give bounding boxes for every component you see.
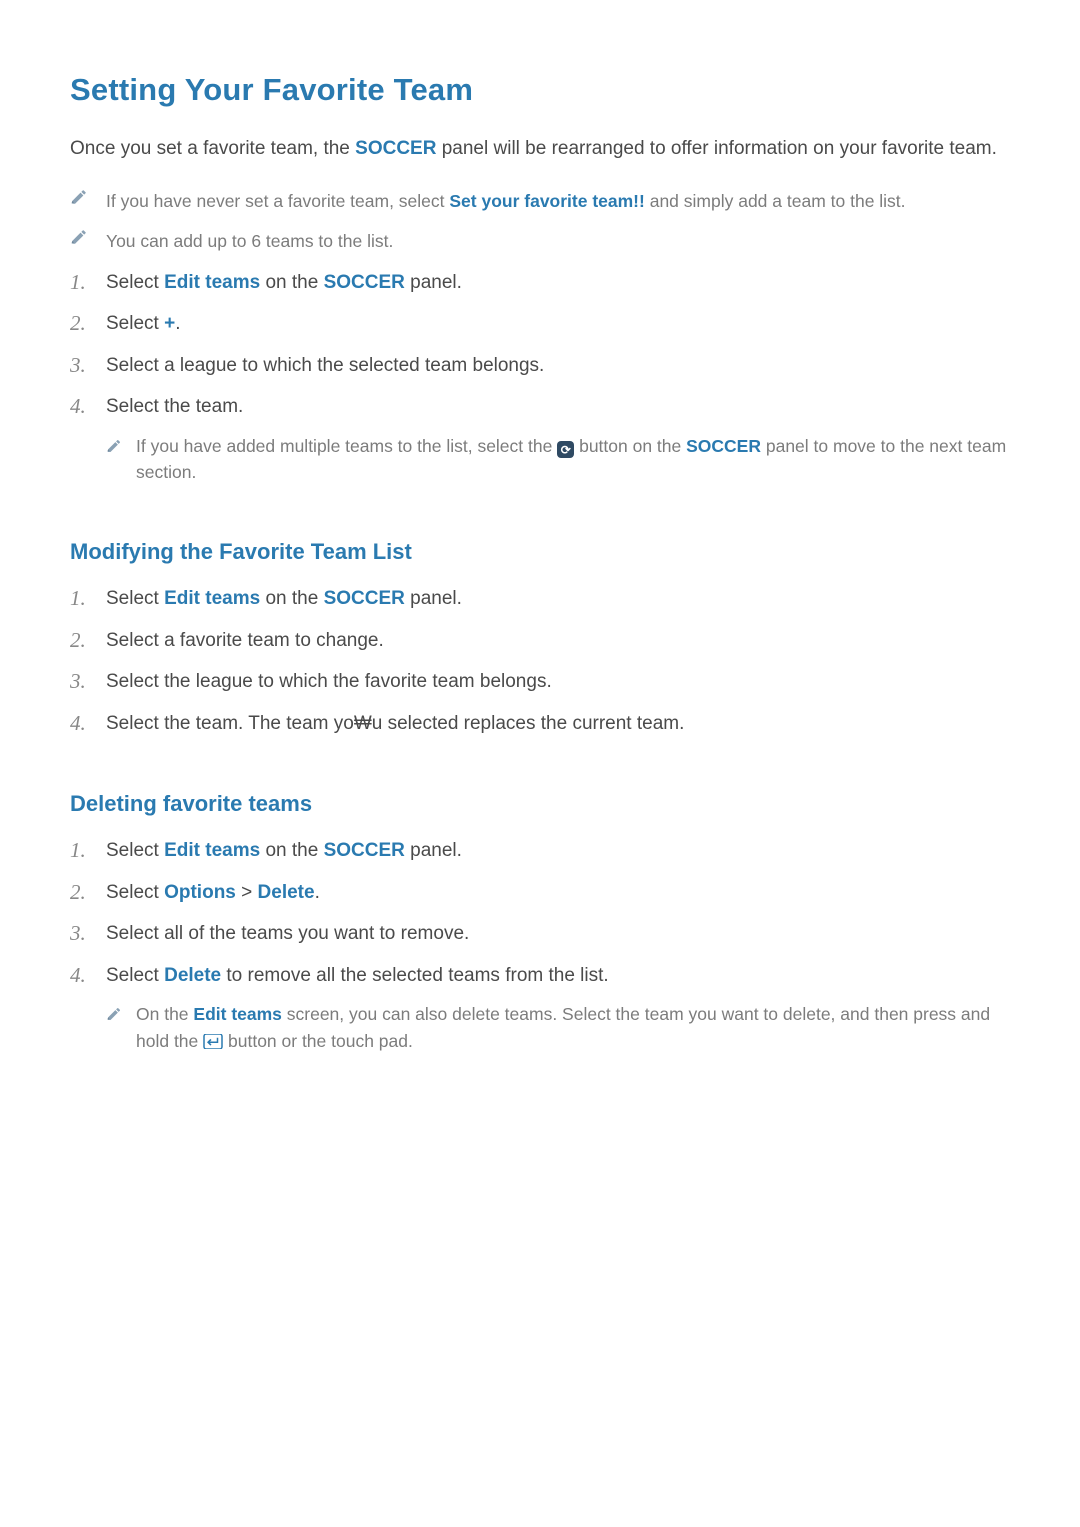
pencil-icon [106, 438, 122, 454]
step-text: to remove all the selected teams from th… [221, 965, 609, 986]
note-item: You can add up to 6 teams to the list. [70, 222, 1010, 262]
step-bold: + [164, 313, 175, 334]
step-text: Select the team. [106, 396, 243, 417]
step-item: Select the league to which the favorite … [70, 661, 1010, 703]
intro-soccer: SOCCER [355, 138, 436, 159]
step-item: Select Options > Delete. [70, 872, 1010, 914]
step-text: Select [106, 965, 164, 986]
step-sep: > [236, 882, 258, 903]
step-item: Select Edit teams on the SOCCER panel. [70, 262, 1010, 304]
modify-steps: Select Edit teams on the SOCCER panel. S… [70, 578, 1010, 744]
intro-text: Once you set a favorite team, the SOCCER… [70, 135, 1010, 163]
page-title: Setting Your Favorite Team [70, 68, 1010, 113]
step-text: . [175, 313, 180, 334]
step-text: panel. [405, 588, 462, 609]
step-item: Select the team. If you have added multi… [70, 386, 1010, 492]
step-item: Select Edit teams on the SOCCER panel. [70, 578, 1010, 620]
step-text: Select a favorite team to change. [106, 630, 384, 651]
step-bold: SOCCER [324, 840, 405, 861]
step-item: Select all of the teams you want to remo… [70, 913, 1010, 955]
step-text: panel. [405, 840, 462, 861]
step-item: Select +. [70, 303, 1010, 345]
note-text-part: You can add up to 6 teams to the list. [106, 231, 393, 251]
step-item: Select a favorite team to change. [70, 620, 1010, 662]
note-text-part: and simply add a team to the list. [645, 191, 906, 211]
step-text: Select [106, 588, 164, 609]
note-text-part: button or the touch pad. [223, 1031, 413, 1051]
step-text: Select [106, 840, 164, 861]
note-bold: SOCCER [686, 436, 761, 456]
step-bold: Edit teams [164, 840, 260, 861]
step-item: Select Delete to remove all the selected… [70, 955, 1010, 1061]
top-notes-list: If you have never set a favorite team, s… [70, 182, 1010, 261]
step-text: panel. [405, 272, 462, 293]
nested-note: On the Edit teams screen, you can also d… [106, 1001, 1010, 1054]
intro-part-1: Once you set a favorite team, the [70, 138, 355, 159]
note-text-part: button on the [574, 436, 686, 456]
pencil-icon [106, 1006, 122, 1022]
step-text: Select the league to which the favorite … [106, 671, 552, 692]
step-text: Select a league to which the selected te… [106, 355, 544, 376]
note-bold: Set your favorite team!! [449, 191, 644, 211]
step-item: Select Edit teams on the SOCCER panel. [70, 830, 1010, 872]
step-bold: Delete [164, 965, 221, 986]
step-bold: Options [164, 882, 236, 903]
step-bold: Edit teams [164, 588, 260, 609]
pencil-icon [70, 228, 88, 246]
step-text: Select the team. The team yo₩u selected … [106, 713, 684, 734]
step-text: Select all of the teams you want to remo… [106, 923, 469, 944]
step-bold: Delete [258, 882, 315, 903]
step-text: Select [106, 272, 164, 293]
main-steps: Select Edit teams on the SOCCER panel. S… [70, 262, 1010, 493]
pencil-icon [70, 188, 88, 206]
step-text: on the [260, 840, 323, 861]
step-text: . [315, 882, 320, 903]
note-text-part: If you have never set a favorite team, s… [106, 191, 449, 211]
note-text-part: If you have added multiple teams to the … [136, 436, 557, 456]
step-text: Select [106, 882, 164, 903]
intro-part-2: panel will be rearranged to offer inform… [436, 138, 996, 159]
nested-note: If you have added multiple teams to the … [106, 433, 1010, 486]
step-bold: Edit teams [164, 272, 260, 293]
step-text: Select [106, 313, 164, 334]
step-item: Select the team. The team yo₩u selected … [70, 703, 1010, 745]
note-text-part: On the [136, 1004, 193, 1024]
step-item: Select a league to which the selected te… [70, 345, 1010, 387]
note-bold: Edit teams [193, 1004, 282, 1024]
step-text: on the [260, 272, 323, 293]
section-delete-title: Deleting favorite teams [70, 788, 1010, 820]
section-modify-title: Modifying the Favorite Team List [70, 536, 1010, 568]
note-item: If you have never set a favorite team, s… [70, 182, 1010, 222]
step-bold: SOCCER [324, 272, 405, 293]
refresh-icon: ⟳ [557, 441, 574, 458]
enter-icon [203, 1034, 223, 1049]
step-bold: SOCCER [324, 588, 405, 609]
delete-steps: Select Edit teams on the SOCCER panel. S… [70, 830, 1010, 1061]
step-text: on the [260, 588, 323, 609]
